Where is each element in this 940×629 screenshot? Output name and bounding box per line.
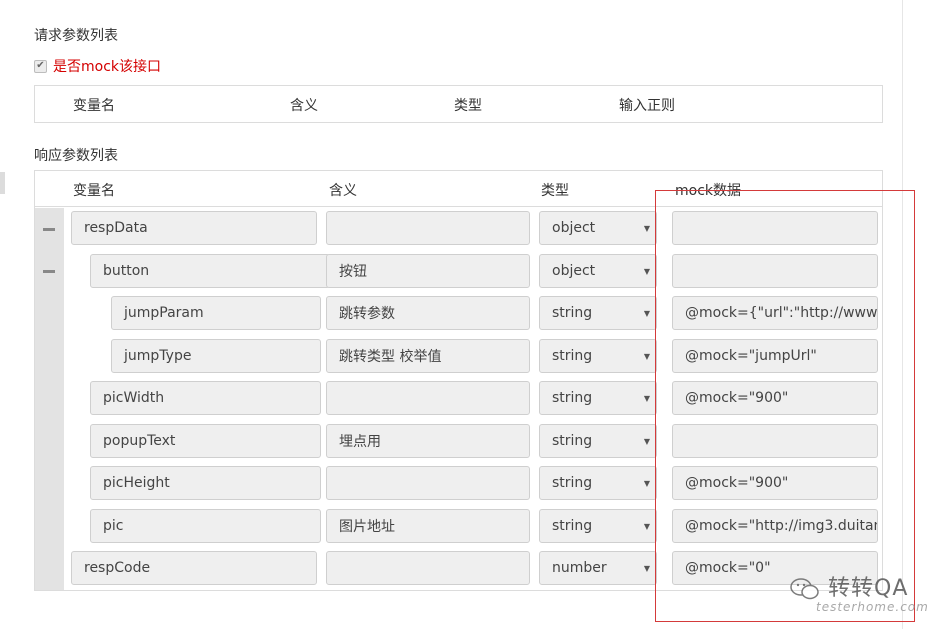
watermark-name: 转转QA xyxy=(828,576,909,601)
dropdown-arrow-icon: ▼ xyxy=(643,478,650,488)
meaning-field[interactable] xyxy=(326,381,530,415)
resp-col-variable-name: 变量名 xyxy=(73,183,115,199)
table-row: picHeight string ▼ @mock="900" xyxy=(35,466,882,502)
req-col-input-regex: 输入正则 xyxy=(619,98,675,114)
request-params-table: 变量名 含义 类型 输入正则 xyxy=(34,85,883,123)
table-row: popupText 埋点用 string ▼ xyxy=(35,424,882,460)
type-select[interactable]: string ▼ xyxy=(539,466,657,500)
type-select[interactable]: object ▼ xyxy=(539,254,657,288)
name-field[interactable]: jumpType xyxy=(111,339,321,373)
table-row: picWidth string ▼ @mock="900" xyxy=(35,381,882,417)
meaning-field[interactable] xyxy=(326,211,530,245)
req-col-meaning: 含义 xyxy=(290,98,318,114)
mock-interface-checkbox-group[interactable]: ✔ 是否mock该接口 xyxy=(34,56,161,76)
dropdown-arrow-icon: ▼ xyxy=(643,223,650,233)
mock-field[interactable] xyxy=(672,254,878,288)
dropdown-arrow-icon: ▼ xyxy=(643,351,650,361)
type-select-value: string xyxy=(552,348,593,364)
meaning-field[interactable]: 跳转类型 校举值 xyxy=(326,339,530,373)
mock-field[interactable]: @mock="900" xyxy=(672,381,878,415)
table-row: pic 图片地址 string ▼ @mock="http://img3.duit… xyxy=(35,509,882,545)
dropdown-arrow-icon: ▼ xyxy=(643,308,650,318)
response-params-table: 变量名 含义 类型 mock数据 respData object ▼ button… xyxy=(34,170,883,591)
meaning-field[interactable] xyxy=(326,551,530,585)
dropdown-arrow-icon: ▼ xyxy=(643,266,650,276)
type-select-value: object xyxy=(552,263,596,279)
response-params-title: 响应参数列表 xyxy=(34,148,118,164)
response-table-header: 变量名 含义 类型 mock数据 xyxy=(35,171,882,207)
type-select-value: number xyxy=(552,560,607,576)
name-field[interactable]: jumpParam xyxy=(111,296,321,330)
table-row: respData object ▼ xyxy=(35,211,882,247)
table-row: button 按钮 object ▼ xyxy=(35,254,882,290)
type-select[interactable]: string ▼ xyxy=(539,339,657,373)
table-row: jumpParam 跳转参数 string ▼ @mock={"url":"htt… xyxy=(35,296,882,332)
mock-field[interactable]: @mock="jumpUrl" xyxy=(672,339,878,373)
type-select[interactable]: string ▼ xyxy=(539,381,657,415)
meaning-field[interactable]: 图片地址 xyxy=(326,509,530,543)
name-field[interactable]: button xyxy=(90,254,330,288)
name-field[interactable]: respCode xyxy=(71,551,317,585)
meaning-field[interactable]: 按钮 xyxy=(326,254,530,288)
name-field[interactable]: picHeight xyxy=(90,466,321,500)
mock-field[interactable]: @mock="http://img3.duitang xyxy=(672,509,878,543)
req-col-type: 类型 xyxy=(454,98,482,114)
mock-field[interactable]: @mock="900" xyxy=(672,466,878,500)
dropdown-arrow-icon: ▼ xyxy=(643,563,650,573)
type-select[interactable]: string ▼ xyxy=(539,509,657,543)
resp-col-meaning: 含义 xyxy=(329,183,357,199)
mock-interface-label[interactable]: 是否mock该接口 xyxy=(53,56,161,76)
dropdown-arrow-icon: ▼ xyxy=(643,521,650,531)
req-col-variable-name: 变量名 xyxy=(73,98,115,114)
table-row: respCode number ▼ @mock="0" xyxy=(35,551,882,587)
mock-interface-checkbox[interactable]: ✔ xyxy=(34,59,47,73)
mock-field[interactable]: @mock={"url":"http://www.ba xyxy=(672,296,878,330)
left-edge-tab[interactable] xyxy=(0,172,5,194)
type-select-value: string xyxy=(552,305,593,321)
name-field[interactable]: respData xyxy=(71,211,317,245)
name-field[interactable]: popupText xyxy=(90,424,321,458)
resp-col-mock-data: mock数据 xyxy=(675,183,742,199)
type-select-value: string xyxy=(552,390,593,406)
mock-field[interactable] xyxy=(672,424,878,458)
request-params-title: 请求参数列表 xyxy=(34,28,118,44)
mock-field[interactable] xyxy=(672,211,878,245)
type-select-value: string xyxy=(552,518,593,534)
meaning-field[interactable]: 埋点用 xyxy=(326,424,530,458)
type-select[interactable]: number ▼ xyxy=(539,551,657,585)
wechat-icon xyxy=(790,578,819,600)
name-field[interactable]: pic xyxy=(90,509,321,543)
type-select[interactable]: string ▼ xyxy=(539,296,657,330)
dropdown-arrow-icon: ▼ xyxy=(643,436,650,446)
type-select-value: string xyxy=(552,475,593,491)
resp-col-type: 类型 xyxy=(541,183,569,199)
meaning-field[interactable]: 跳转参数 xyxy=(326,296,530,330)
page-right-border xyxy=(902,0,903,629)
meaning-field[interactable] xyxy=(326,466,530,500)
type-select[interactable]: string ▼ xyxy=(539,424,657,458)
name-field[interactable]: picWidth xyxy=(90,381,321,415)
type-select-value: string xyxy=(552,433,593,449)
table-row: jumpType 跳转类型 校举值 string ▼ @mock="jumpUrl… xyxy=(35,339,882,375)
type-select-value: object xyxy=(552,220,596,236)
type-select[interactable]: object ▼ xyxy=(539,211,657,245)
dropdown-arrow-icon: ▼ xyxy=(643,393,650,403)
watermark-site: testerhome.com xyxy=(816,600,929,614)
